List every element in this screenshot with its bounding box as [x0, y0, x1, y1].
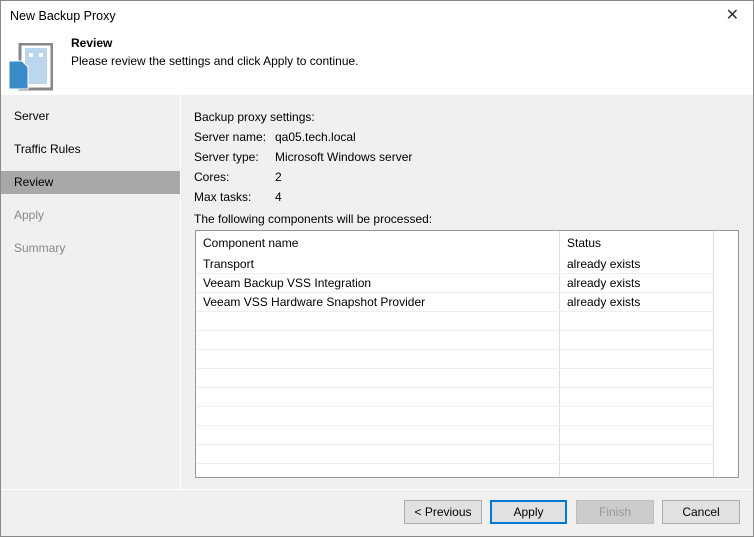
apply-button[interactable]: Apply [490, 500, 567, 524]
components-table[interactable]: Component name Status Transport already … [195, 230, 739, 478]
page-subtitle: Please review the settings and click App… [71, 54, 359, 68]
server-type-value: Microsoft Windows server [275, 150, 413, 164]
step-traffic-rules[interactable]: Traffic Rules [1, 138, 180, 161]
server-type-label: Server type: [194, 150, 259, 164]
table-row-component[interactable]: Veeam Backup VSS Integration [196, 274, 371, 293]
column-header-component[interactable]: Component name [196, 231, 298, 255]
server-name-label: Server name: [194, 130, 267, 144]
settings-heading: Backup proxy settings: [194, 110, 315, 124]
table-row-status: already exists [567, 295, 641, 309]
finish-button: Finish [576, 500, 654, 524]
table-row-component[interactable]: Transport [196, 255, 254, 274]
cores-value: 2 [275, 170, 282, 184]
max-tasks-label: Max tasks: [194, 190, 252, 204]
backup-proxy-icon [8, 43, 53, 91]
wizard-steps: Server Traffic Rules Review Apply Summar… [1, 95, 180, 489]
max-tasks-value: 4 [275, 190, 282, 204]
cores-label: Cores: [194, 170, 230, 184]
step-review[interactable]: Review [1, 171, 180, 194]
step-summary: Summary [14, 241, 66, 255]
window-title: New Backup Proxy [10, 9, 116, 23]
components-heading: The following components will be process… [194, 212, 433, 226]
cancel-button[interactable]: Cancel [662, 500, 740, 524]
step-server[interactable]: Server [1, 105, 180, 128]
table-row-component[interactable]: Veeam VSS Hardware Snapshot Provider [196, 293, 425, 312]
table-row-status: already exists [567, 276, 641, 290]
server-name-value: qa05.tech.local [275, 130, 356, 144]
page-title: Review [71, 36, 113, 50]
table-row-status: already exists [567, 257, 641, 271]
close-icon[interactable]: ✕ [726, 5, 739, 25]
column-header-status[interactable]: Status [560, 231, 601, 255]
previous-button[interactable]: < Previous [404, 500, 482, 524]
step-apply: Apply [14, 208, 45, 222]
